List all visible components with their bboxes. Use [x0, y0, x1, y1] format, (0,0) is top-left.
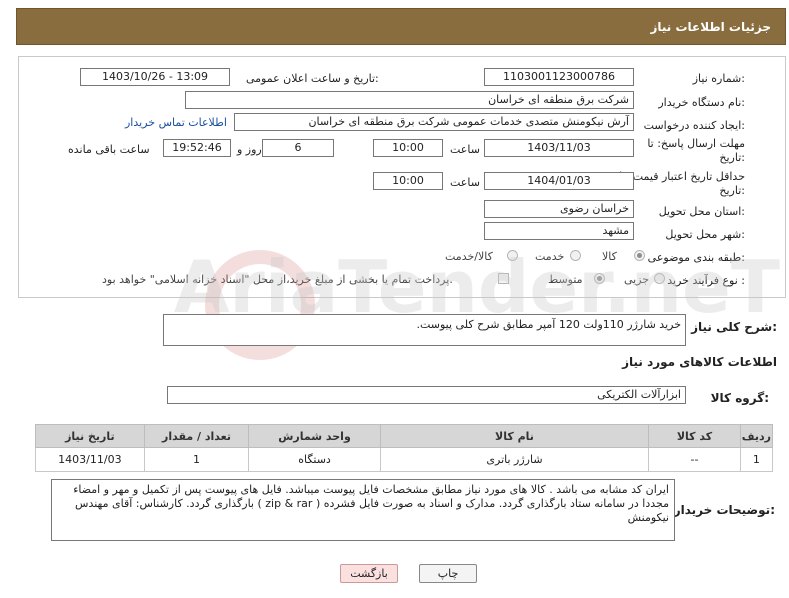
column-header: کد کالا — [648, 424, 741, 448]
category-service-radio[interactable] — [570, 250, 581, 261]
deadline-label-date: تاریخ: — [719, 151, 745, 164]
purchase-medium-radio[interactable] — [594, 273, 605, 284]
validity-label-date: تاریخ: — [719, 184, 745, 197]
requester-field[interactable]: آرش نیکومنش متصدی خدمات عمومی شرکت برق م… — [234, 113, 634, 131]
validity-time-field[interactable]: 10:00 — [373, 172, 443, 190]
summary-textarea[interactable]: خرید شارژر 110ولت 120 آمپر مطابق شرح کلی… — [163, 314, 686, 346]
purchase-type-label: نوع فرآیند خرید : — [667, 274, 745, 287]
deadline-time-field[interactable]: 10:00 — [373, 139, 443, 157]
category-both-radio[interactable] — [507, 250, 518, 261]
announce-field[interactable]: 1403/10/26 - 13:09 — [80, 68, 230, 86]
column-header: تاریخ نیاز — [35, 424, 145, 448]
goods-code: -- — [648, 447, 741, 472]
back-button[interactable]: بازگشت — [340, 564, 398, 583]
validity-time-label: ساعت — [450, 176, 480, 189]
goods-section-title: اطلاعات کالاهای مورد نیاز — [622, 355, 777, 369]
goods-group-label: گروه کالا: — [710, 391, 769, 405]
need-number-label: شماره نیاز: — [692, 72, 745, 85]
purchase-medium-label: متوسط — [548, 273, 583, 286]
purchase-minor-label: جزیی — [624, 273, 650, 286]
deadline-date-field[interactable]: 1403/11/03 — [484, 139, 634, 157]
goods-unit: دستگاه — [248, 447, 381, 472]
announce-label: تاریخ و ساعت اعلان عمومی: — [246, 72, 379, 85]
purchase-minor-radio[interactable] — [654, 273, 665, 284]
column-header: تعداد / مقدار — [143, 424, 250, 448]
province-label: استان محل تحویل: — [658, 205, 745, 218]
goods-quantity: 1 — [143, 447, 250, 472]
days-remaining-field[interactable]: 6 — [262, 139, 334, 157]
category-label: طبقه بندی موضوعی: — [647, 251, 745, 264]
need-number-field[interactable]: 1103001123000786 — [484, 68, 634, 86]
buyer-org-label: نام دستگاه خریدار: — [658, 96, 745, 109]
goods-need-date: 1403/11/03 — [35, 447, 145, 472]
buyer-org-field[interactable]: شرکت برق منطقه ای خراسان — [185, 91, 634, 109]
days-label: روز و — [237, 143, 262, 156]
remaining-time-label: ساعت باقی مانده — [68, 143, 150, 156]
row-index: 1 — [739, 447, 774, 472]
treasury-payment-note: پرداخت تمام یا بخشی از مبلغ خرید،از محل … — [102, 273, 453, 286]
city-label: شهر محل تحویل: — [665, 228, 745, 241]
buyer-notes-textarea[interactable]: ایران کد مشابه می باشد . کالا های مورد ن… — [51, 479, 675, 541]
column-header: ردیف — [739, 424, 774, 448]
category-both-label: کالا/خدمت — [445, 250, 493, 263]
table-header-row: ردیف کد کالا نام کالا واحد شمارش تعداد /… — [35, 424, 774, 448]
goods-name: شارژر باتری — [379, 447, 650, 472]
category-goods-radio[interactable] — [634, 250, 645, 261]
category-service-label: خدمت — [535, 250, 565, 263]
deadline-label: مهلت ارسال پاسخ: تا — [647, 137, 745, 150]
requester-label: ایجاد کننده درخواست: — [643, 119, 745, 132]
buyer-contact-link[interactable]: اطلاعات تماس خریدار — [125, 116, 227, 129]
column-header: نام کالا — [379, 424, 650, 448]
page-header: جزئیات اطلاعات نیاز — [16, 8, 786, 45]
city-field[interactable]: مشهد — [484, 222, 634, 240]
print-button[interactable]: چاپ — [419, 564, 477, 583]
treasury-payment-checkbox[interactable] — [498, 273, 509, 284]
deadline-time-label: ساعت — [450, 143, 480, 156]
goods-group-field[interactable]: ابزارآلات الکتریکی — [167, 386, 686, 404]
remaining-time-field[interactable]: 19:52:46 — [163, 139, 231, 157]
goods-table: ردیف کد کالا نام کالا واحد شمارش تعداد /… — [35, 424, 774, 472]
validity-date-field[interactable]: 1404/01/03 — [484, 172, 634, 190]
column-header: واحد شمارش — [248, 424, 381, 448]
buyer-notes-label: توضیحات خریدار: — [673, 503, 775, 517]
province-field[interactable]: خراسان رضوی — [484, 200, 634, 218]
table-row[interactable]: 1 -- شارژر باتری دستگاه 1 1403/11/03 — [35, 447, 774, 472]
category-goods-label: کالا — [602, 250, 617, 263]
page-title: جزئیات اطلاعات نیاز — [650, 20, 771, 34]
summary-label: شرح کلی نیاز: — [691, 320, 777, 334]
validity-label: حداقل تاریخ اعتبار قیمت: تا — [619, 170, 745, 183]
